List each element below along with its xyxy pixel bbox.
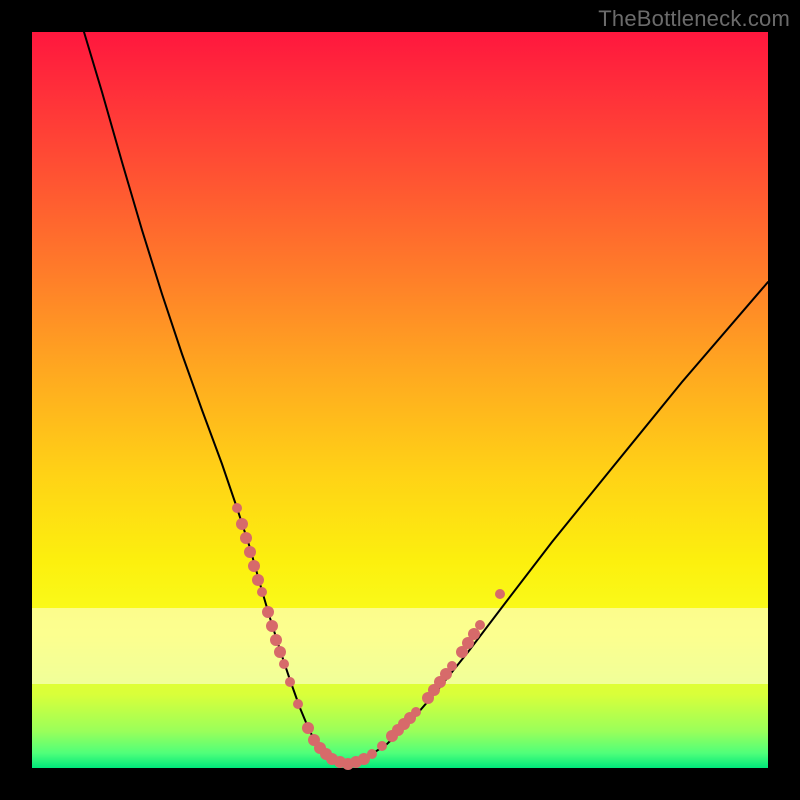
curve-marker	[252, 574, 264, 586]
curve-marker	[302, 722, 314, 734]
curve-marker	[495, 589, 505, 599]
curve-marker	[236, 518, 248, 530]
chart-frame: TheBottleneck.com	[0, 0, 800, 800]
curve-marker	[248, 560, 260, 572]
chart-plot-area	[32, 32, 768, 768]
curve-marker	[257, 587, 267, 597]
curve-marker	[270, 634, 282, 646]
curve-marker	[262, 606, 274, 618]
curve-marker	[475, 620, 485, 630]
curve-marker	[468, 628, 480, 640]
curve-marker	[232, 503, 242, 513]
curve-marker	[411, 707, 421, 717]
curve-marker	[377, 741, 387, 751]
curve-marker	[293, 699, 303, 709]
watermark-text: TheBottleneck.com	[598, 6, 790, 32]
bottleneck-curve	[84, 32, 768, 764]
curve-marker	[447, 661, 457, 671]
curve-marker	[240, 532, 252, 544]
curve-marker	[367, 749, 377, 759]
chart-svg	[32, 32, 768, 768]
curve-marker	[285, 677, 295, 687]
curve-marker	[244, 546, 256, 558]
curve-marker	[266, 620, 278, 632]
curve-markers	[232, 503, 505, 770]
curve-marker	[279, 659, 289, 669]
curve-marker	[274, 646, 286, 658]
